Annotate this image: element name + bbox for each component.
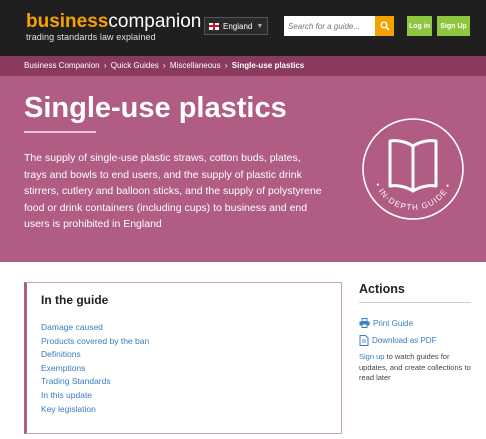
breadcrumb-miscellaneous[interactable]: Miscellaneous bbox=[170, 61, 221, 70]
region-selector[interactable]: England ▼ bbox=[204, 17, 268, 35]
logo-part-companion: companion bbox=[108, 11, 202, 32]
pdf-file-icon bbox=[359, 335, 369, 346]
search-icon bbox=[380, 21, 390, 31]
in-depth-guide-badge: • IN-DEPTH GUIDE • bbox=[362, 118, 464, 220]
signup-link[interactable]: Sign up bbox=[359, 352, 384, 361]
breadcrumb-separator: › bbox=[224, 61, 228, 70]
actions-heading: Actions bbox=[359, 282, 405, 296]
signup-note: Sign up to watch guides for updates, and… bbox=[359, 352, 479, 384]
guide-link-exemptions[interactable]: Exemptions bbox=[41, 362, 149, 376]
chevron-down-icon: ▼ bbox=[256, 22, 264, 30]
region-label: England bbox=[223, 21, 253, 31]
breadcrumb-separator: › bbox=[103, 61, 107, 70]
search-button[interactable] bbox=[375, 16, 394, 36]
page-title: Single-use plastics bbox=[24, 92, 287, 124]
logo-wordmark: businesscompanion bbox=[26, 12, 201, 32]
signup-button[interactable]: Sign Up bbox=[437, 16, 470, 36]
title-underline bbox=[24, 131, 96, 133]
logo-tagline: trading standards law explained bbox=[26, 32, 156, 42]
guide-link-definitions[interactable]: Definitions bbox=[41, 348, 149, 362]
breadcrumb-separator: › bbox=[163, 61, 166, 70]
guide-link-products-covered[interactable]: Products covered by the ban bbox=[41, 335, 149, 349]
download-pdf-link[interactable]: Download as PDF bbox=[359, 335, 436, 346]
search-input[interactable] bbox=[284, 16, 376, 36]
print-guide-link[interactable]: Print Guide bbox=[359, 318, 413, 328]
guide-link-key-legislation[interactable]: Key legislation bbox=[41, 403, 149, 417]
england-flag-icon bbox=[209, 22, 219, 30]
breadcrumb-current: Single-use plastics bbox=[231, 61, 305, 70]
top-header: businesscompanion trading standards law … bbox=[0, 0, 486, 56]
breadcrumb-quick-guides[interactable]: Quick Guides bbox=[111, 61, 159, 70]
breadcrumb-bar: Business Companion › Quick Guides › Misc… bbox=[0, 56, 486, 76]
guide-contents-list: Damage caused Products covered by the ba… bbox=[41, 321, 149, 416]
guide-contents-heading: In the guide bbox=[41, 293, 109, 307]
guide-link-in-this-update[interactable]: In this update bbox=[41, 389, 149, 403]
search-box bbox=[284, 16, 394, 36]
guide-contents-panel: In the guide Damage caused Products cove… bbox=[24, 282, 342, 434]
print-guide-label: Print Guide bbox=[373, 318, 414, 328]
site-logo[interactable]: businesscompanion trading standards law … bbox=[26, 12, 201, 43]
breadcrumb: Business Companion › Quick Guides › Misc… bbox=[24, 61, 304, 70]
guide-link-damage-caused[interactable]: Damage caused bbox=[41, 321, 149, 335]
hero-banner: Single-use plastics The supply of single… bbox=[0, 76, 486, 262]
actions-divider bbox=[359, 302, 471, 303]
printer-icon bbox=[359, 318, 370, 328]
download-pdf-label: Download as PDF bbox=[372, 336, 437, 345]
open-book-icon bbox=[388, 139, 438, 193]
guide-link-trading-standards[interactable]: Trading Standards bbox=[41, 375, 149, 389]
login-button[interactable]: Log in bbox=[407, 16, 432, 36]
breadcrumb-home[interactable]: Business Companion bbox=[24, 61, 100, 70]
guide-summary: The supply of single-use plastic straws,… bbox=[24, 152, 322, 230]
logo-part-business: business bbox=[26, 11, 109, 32]
